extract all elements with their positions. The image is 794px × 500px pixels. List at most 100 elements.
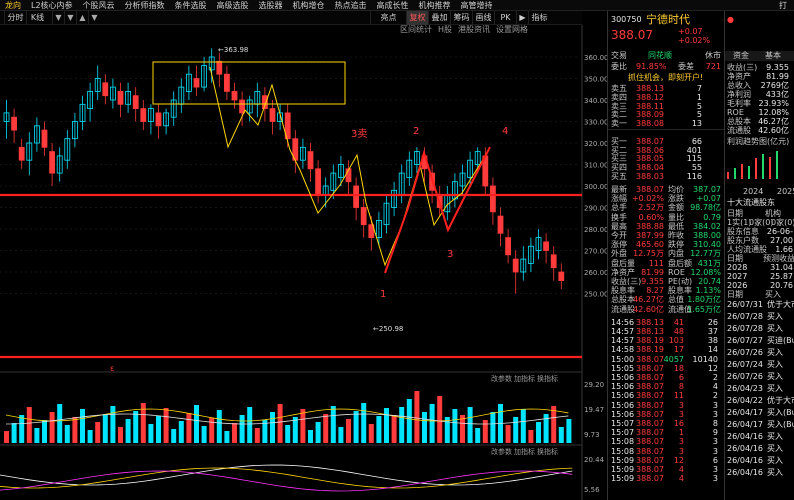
volume-bar (566, 419, 572, 443)
quote-cell: 今开 (611, 231, 627, 240)
tab-capital[interactable]: 资金 (733, 51, 749, 60)
quote-row: 14:56 388.13 41 26 (608, 318, 724, 327)
top-menu-item[interactable]: 选股器 (254, 0, 288, 10)
volume-pane-button[interactable]: 加指标 (514, 374, 535, 383)
far-row: 股东户数 27,00 (725, 236, 794, 245)
top-menu-item[interactable]: 分析师指数 (120, 0, 170, 10)
price-axis-label: 350.00 (584, 76, 607, 84)
top-menu-item[interactable]: 高管增持 (456, 0, 498, 10)
quote-row: 卖一 388.08 13 (608, 119, 724, 128)
quote-cell: 卖三 (611, 101, 627, 111)
kline-chart[interactable]: 360.00 350.00 340.00 330.00 320.00 310.00 300.… (0, 25, 607, 500)
toolbar-button[interactable]: K线 (26, 11, 48, 25)
toolbar-button[interactable]: 指标 (528, 11, 550, 25)
volume-pane-button[interactable]: 换指标 (537, 374, 558, 383)
sell-volume: 13 (691, 119, 702, 129)
toolbar-button[interactable]: 复权 (406, 11, 428, 25)
tick-price: 388.07 (636, 465, 664, 474)
tick-volume: 4 (678, 474, 684, 484)
broker-label: 同花顺 (648, 51, 672, 60)
quote-cell: 机构 (765, 209, 781, 218)
toolbar-button[interactable]: 画线 (472, 11, 494, 25)
tab-basic[interactable]: 基本 (765, 51, 781, 60)
toolbar-button[interactable]: ▶ (516, 11, 528, 25)
top-menu-right[interactable]: 打 (774, 0, 792, 10)
top-menu-item[interactable]: 个股风云 (78, 0, 120, 10)
quote-cell: 股息率 (611, 286, 635, 296)
tick-time: 15:06 (611, 409, 635, 419)
price-axis-label: 360.00 (584, 54, 607, 62)
indicator-pane-button[interactable]: 改参数 (491, 447, 512, 456)
toolbar-button[interactable]: 亮点 (370, 11, 406, 25)
toolbar-button[interactable]: 分时 (4, 11, 26, 25)
top-menu-item[interactable]: 高级选股 (212, 0, 254, 10)
top-menu-item[interactable]: 条件选股 (170, 0, 212, 10)
tick-count: 9 (712, 428, 718, 438)
far-row: 2027 25.87 (725, 272, 794, 281)
top-menu-item[interactable]: 龙向 (0, 0, 26, 10)
tick-price: 388.07 (636, 409, 664, 419)
stat-value: 111 (648, 258, 664, 268)
quote-row: 卖二 388.09 5 (608, 110, 724, 119)
tick-volume: 11 (673, 391, 684, 401)
forecast-value: 20.76 (770, 281, 793, 290)
buy-price: 388.03 (636, 172, 664, 181)
stat-value: 0.60% (638, 212, 664, 222)
volume-pane-button[interactable]: 改参数 (491, 374, 512, 383)
quote-row: 买一 388.07 66 (608, 137, 724, 146)
far-row: ROE 12.08% (725, 108, 794, 117)
quote-row: 今开 387.99 昨收 388.00 (608, 231, 724, 240)
top-menu-item[interactable]: 热点追击 (330, 0, 372, 10)
tick-time: 14:57 (611, 336, 635, 346)
tick-price: 388.07 (636, 474, 664, 484)
quote-row: 卖三 388.11 5 (608, 102, 724, 111)
volume-bar (330, 406, 336, 443)
volume-bar (118, 427, 123, 443)
top-menu-item[interactable]: 机构推荐 (414, 0, 456, 10)
toolbar-button[interactable]: ▲ (76, 11, 88, 25)
toolbar-button[interactable]: ▼ (64, 11, 76, 25)
candle-body (512, 258, 519, 273)
tick-price: 388.07 (636, 382, 664, 392)
volume-bar (72, 417, 78, 443)
stat-value: 9.355 (641, 277, 664, 286)
quote-cell: 流通股 (727, 126, 751, 135)
profit-bar (755, 158, 757, 179)
rating-date: 26/07/26 (727, 348, 763, 357)
tick-price: 388.07 (636, 446, 664, 456)
quote-row: 15:06 388.07 3 3 (608, 410, 724, 419)
volume-bar (87, 430, 93, 443)
rating-value: 买入(Buy (767, 408, 794, 417)
toolbar-button[interactable]: PK (494, 11, 516, 25)
market-status: 休市 (705, 51, 721, 60)
volume-bar (323, 414, 329, 443)
quote-row: 最新 388.07 均价 387.07 (608, 185, 724, 194)
indicator-pane-button[interactable]: 加指标 (514, 447, 535, 456)
quote-cell: 跌停 (668, 240, 684, 250)
toolbar-button[interactable]: 筹码 (450, 11, 472, 25)
far-row: 利润趋势图(亿元) (725, 137, 794, 146)
tick-volume: 4 (678, 465, 684, 474)
toolbar-button[interactable]: 叠加 (428, 11, 450, 25)
quote-cell: 收益(三) (727, 63, 758, 72)
volume-bar (475, 428, 481, 443)
tick-price: 388.07 (636, 354, 664, 364)
top-menu-item[interactable]: 机构增仓 (288, 0, 330, 10)
profit-bar (727, 172, 729, 179)
far-row: 26/07/24 买入 (725, 360, 794, 369)
volume-bar (178, 421, 184, 443)
quote-row: 净资产 81.99 ROE 12.08% (608, 268, 724, 277)
indicator-pane-button[interactable]: 换指标 (537, 447, 558, 456)
top-menu-item[interactable]: L2核心内参 (26, 0, 78, 10)
tick-time: 15:06 (611, 400, 635, 410)
buy-price: 388.07 (636, 136, 664, 146)
far-value: 23.93% (758, 99, 789, 108)
toolbar-button[interactable]: ▼ (88, 11, 100, 25)
toolbar-button[interactable]: ▼ (52, 11, 64, 25)
holders-title: 十大流通股东 (727, 198, 775, 207)
candle-body (49, 151, 55, 174)
tick-volume: 3 (678, 437, 684, 447)
sell-price: 388.11 (636, 101, 664, 111)
far-row: 26/04/16 买入 (725, 468, 794, 477)
top-menu-item[interactable]: 高成长性 (372, 0, 414, 10)
